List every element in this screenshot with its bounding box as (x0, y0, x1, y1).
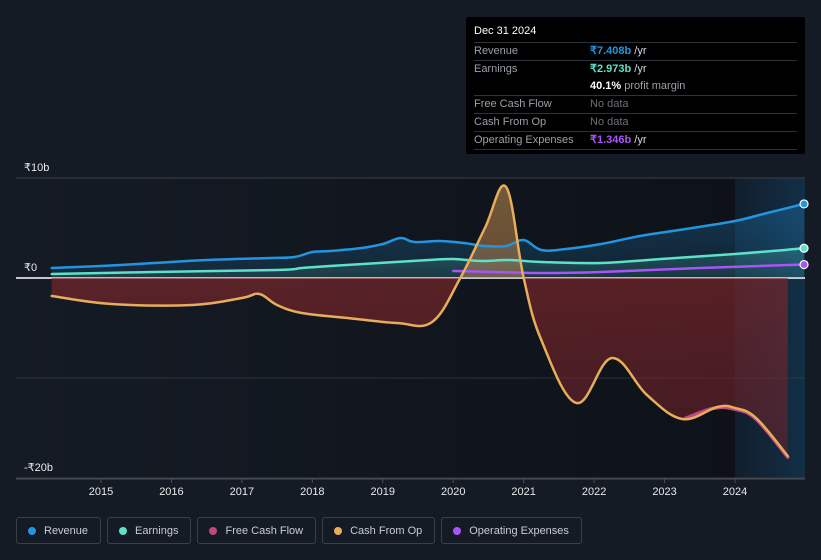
tooltip-value-number: No data (590, 98, 629, 110)
legend-dot-icon (334, 526, 343, 535)
y-tick-label: -₹20b (24, 462, 53, 474)
tooltip-value-number: No data (590, 116, 629, 128)
legend-label: Free Cash Flow (225, 524, 304, 537)
tooltip-value-number: ₹1.346b (590, 134, 632, 146)
tooltip-value-unit: /yr (631, 45, 647, 57)
legend-item-earnings[interactable]: Earnings (107, 517, 192, 544)
tooltip-value-unit: profit margin (621, 80, 686, 92)
tooltip-date: Dec 31 2024 (474, 23, 797, 43)
y-tick-label: ₹0 (24, 262, 37, 274)
legend-dot-icon (28, 526, 36, 535)
tooltip-value-number: ₹7.408b (590, 45, 632, 57)
tooltip-row-value: ₹7.408b /yr (590, 43, 647, 60)
tooltip-value-unit: /yr (631, 134, 647, 146)
legend-item-operating-expenses[interactable]: Operating Expenses (441, 517, 582, 544)
tooltip-row: Operating Expenses ₹1.346b /yr (474, 132, 797, 150)
x-tick-label: 2021 (511, 486, 535, 498)
tooltip-row-label (474, 78, 590, 95)
x-tick-label: 2017 (230, 486, 254, 498)
legend-label: Revenue (44, 524, 89, 537)
x-tick-label: 2015 (89, 486, 113, 498)
tooltip-value-unit: /yr (631, 63, 647, 75)
tooltip-row-value: No data (590, 114, 629, 131)
legend-label: Earnings (135, 524, 179, 537)
revenue-end-marker[interactable] (799, 199, 809, 209)
tooltip-value-number: ₹2.973b (590, 63, 632, 75)
legend-label: Cash From Op (350, 524, 423, 537)
x-tick-label: 2024 (723, 486, 747, 498)
x-tick-label: 2022 (582, 486, 606, 498)
tooltip-row-value: ₹1.346b /yr (590, 132, 647, 149)
x-tick-label: 2020 (441, 486, 465, 498)
legend-label: Operating Expenses (469, 524, 569, 537)
tooltip-row-label: Cash From Op (474, 116, 547, 128)
tooltip-row: Revenue ₹7.408b /yr (474, 43, 797, 61)
tooltip: Dec 31 2024 Revenue ₹7.408b /yr Earnings ₹2… (466, 17, 805, 154)
tooltip-row: Free Cash Flow No data (474, 96, 797, 114)
tooltip-value-number: 40.1% (590, 80, 622, 92)
legend-dot-icon (453, 526, 462, 535)
x-tick-label: 2023 (652, 486, 676, 498)
operating-expenses-end-marker[interactable] (799, 259, 809, 270)
x-tick-label: 2019 (371, 486, 395, 498)
tooltip-row: Earnings ₹2.973b /yr (474, 61, 797, 78)
tooltip-row: Cash From Op No data (474, 114, 797, 132)
tooltip-row-label: Revenue (474, 45, 519, 57)
tooltip-row-label: Free Cash Flow (474, 98, 552, 110)
legend-item-revenue[interactable]: Revenue (16, 517, 102, 544)
tooltip-row-value: ₹2.973b /yr (590, 61, 647, 78)
tooltip-row-value: No data (590, 96, 629, 113)
tooltip-row-value: 40.1% profit margin (590, 78, 685, 95)
legend-item-free-cash-flow[interactable]: Free Cash Flow (197, 517, 317, 544)
legend: Revenue Earnings Free Cash Flow Cash From O… (16, 517, 582, 544)
legend-item-cash-from-op[interactable]: Cash From Op (322, 517, 436, 544)
x-tick-label: 2016 (159, 486, 183, 498)
y-tick-label: ₹10b (24, 162, 49, 174)
tooltip-row: 40.1% profit margin (474, 78, 797, 96)
x-tick-label: 2018 (300, 486, 324, 498)
earnings-end-marker[interactable] (799, 243, 809, 253)
legend-dot-icon (209, 526, 218, 535)
tooltip-row-label: Operating Expenses (474, 134, 574, 146)
legend-dot-icon (119, 526, 128, 535)
tooltip-row-label: Earnings (474, 63, 518, 75)
